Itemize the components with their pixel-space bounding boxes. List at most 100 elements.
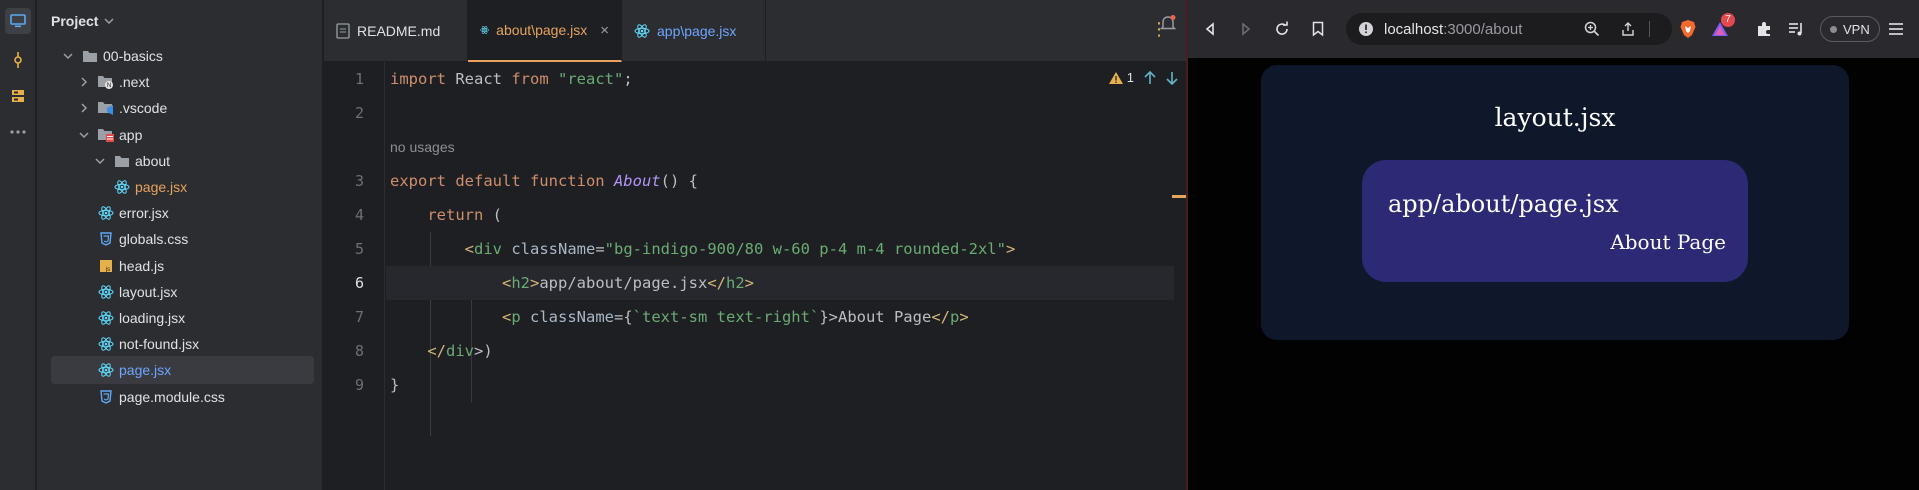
chevron-right-icon[interactable] — [77, 75, 91, 89]
tree-item-page-module-css[interactable]: page.module.css — [51, 383, 314, 411]
tree-item-page-jsx[interactable]: page.jsx — [51, 173, 314, 201]
arrow-up-icon[interactable] — [1144, 70, 1156, 85]
warning-icon: 1 — [1108, 70, 1134, 85]
tree-item-head-js[interactable]: js head.js — [51, 252, 314, 280]
react-icon — [634, 24, 650, 38]
usages-hint[interactable]: no usages — [386, 130, 1174, 164]
code-line-1: import React from "react"; — [390, 70, 633, 88]
arrow-down-icon[interactable] — [1166, 71, 1178, 85]
forward-icon[interactable] — [1234, 17, 1258, 41]
tree-item-next[interactable]: N .next — [51, 68, 314, 96]
layout-title: layout.jsx — [1494, 103, 1616, 132]
tree-item-loading-jsx[interactable]: loading.jsx — [51, 304, 314, 332]
react-file-icon — [97, 204, 115, 222]
line-number: 7 — [354, 308, 364, 326]
tree-item-error-jsx[interactable]: error.jsx — [51, 199, 314, 227]
about-card: app/about/page.jsx About Page — [1362, 160, 1748, 282]
tree-item-layout-jsx[interactable]: layout.jsx — [51, 278, 314, 306]
media-playlist-icon[interactable] — [1784, 17, 1808, 41]
address-separator — [1649, 21, 1650, 37]
menu-icon[interactable] — [1884, 17, 1908, 41]
tab-label: app\page.jsx — [657, 23, 737, 39]
line-number — [324, 130, 384, 164]
zoom-icon[interactable] — [1584, 21, 1600, 37]
browser-toolbar: localhost:3000/about 7 VPN — [1188, 0, 1919, 58]
tree-item-label: .next — [119, 74, 150, 91]
folder-icon — [113, 152, 131, 170]
tree-item-label: head.js — [119, 257, 165, 274]
structure-icon[interactable] — [5, 83, 31, 109]
activity-bar — [0, 0, 36, 490]
next-folder-icon: N — [97, 73, 115, 91]
close-tab-icon[interactable]: × — [600, 22, 609, 39]
tree-item-vscode[interactable]: .vscode — [51, 94, 314, 122]
tree-item-label: 00-basics — [103, 48, 163, 64]
notifications-icon[interactable] — [1159, 14, 1177, 32]
js-file-icon: js — [97, 257, 115, 275]
inspection-widget[interactable]: 1 — [1108, 70, 1178, 85]
line-number: 3 — [354, 172, 364, 190]
tab-readme[interactable]: README.md — [324, 0, 468, 62]
react-file-icon — [97, 309, 115, 327]
tree-item-00-basics[interactable]: 00-basics — [51, 42, 314, 70]
tree-item-label: app — [119, 126, 143, 143]
editor-tabs: README.md about\page.jsx × app\page.jsx … — [324, 0, 1186, 62]
chevron-down-icon[interactable] — [93, 154, 107, 168]
folder-icon — [81, 47, 99, 65]
vscode-folder-icon — [97, 99, 115, 117]
tree-item-globals-css[interactable]: globals.css — [51, 225, 314, 253]
back-icon[interactable] — [1198, 17, 1222, 41]
tree-item-not-found-jsx[interactable]: not-found.jsx — [51, 330, 314, 358]
code-line-6: <h2>app/about/page.jsx</h2> — [386, 266, 1174, 300]
line-number: 1 — [354, 70, 364, 88]
tree-item-page-jsx[interactable]: page.jsx — [51, 356, 314, 385]
tree-item-about[interactable]: about — [51, 147, 314, 175]
react-icon — [480, 26, 489, 34]
code-line-8: </div>) — [427, 342, 493, 360]
brave-rewards-icon[interactable]: 7 — [1708, 13, 1735, 41]
tree-item-label: layout.jsx — [119, 283, 178, 300]
react-file-icon — [97, 283, 115, 301]
chevron-right-icon[interactable] — [77, 101, 91, 115]
address-bar[interactable]: localhost:3000/about — [1346, 13, 1672, 45]
vpn-button[interactable]: VPN — [1820, 16, 1880, 42]
tab-about-page[interactable]: about\page.jsx × — [468, 0, 622, 62]
reload-icon[interactable] — [1270, 17, 1294, 41]
bookmark-icon[interactable] — [1306, 17, 1330, 41]
browser-window: localhost:3000/about 7 VPN layout.jsx ap… — [1186, 0, 1919, 490]
markdown-file-icon — [336, 23, 350, 39]
extensions-icon[interactable] — [1752, 17, 1776, 41]
gutter-separator — [384, 62, 385, 490]
chevron-down-icon[interactable] — [61, 49, 75, 63]
react-file-icon — [97, 335, 115, 353]
code-line-7: <p className={`text-sm text-right`}>Abou… — [501, 308, 969, 326]
chevron-down-icon[interactable] — [77, 128, 91, 142]
commit-icon[interactable] — [5, 47, 31, 73]
code-line-4: return ( — [427, 206, 502, 224]
tree-item-label: error.jsx — [119, 205, 169, 222]
about-heading: app/about/page.jsx — [1388, 190, 1619, 218]
line-number: 2 — [354, 104, 364, 122]
vpn-status-dot — [1830, 25, 1837, 33]
code-area[interactable]: import React from "react"; no usages exp… — [386, 62, 1174, 490]
tree-item-label: globals.css — [119, 231, 189, 248]
code-line-3: export default function About() { — [390, 172, 698, 190]
brave-shields-icon[interactable] — [1676, 17, 1700, 41]
line-numbers: 1 2 3 4 5 6 7 8 9 — [324, 62, 384, 490]
app-folder-icon — [97, 126, 115, 144]
tree-item-label: .vscode — [119, 100, 168, 117]
line-number: 4 — [354, 206, 364, 224]
project-header[interactable]: Project — [51, 13, 114, 29]
more-tools-icon[interactable] — [5, 119, 31, 145]
react-file-icon — [97, 361, 115, 379]
share-icon[interactable] — [1620, 21, 1636, 37]
css-file-icon — [97, 388, 115, 406]
project-view-icon[interactable] — [5, 8, 31, 34]
line-number: 8 — [354, 342, 364, 360]
tree-item-app[interactable]: app — [51, 121, 314, 149]
chevron-down-icon — [104, 18, 114, 24]
info-icon[interactable] — [1358, 21, 1374, 37]
tree-item-label: page.jsx — [119, 362, 172, 379]
tree-item-label: loading.jsx — [119, 310, 186, 326]
tab-app-page[interactable]: app\page.jsx — [622, 0, 766, 62]
